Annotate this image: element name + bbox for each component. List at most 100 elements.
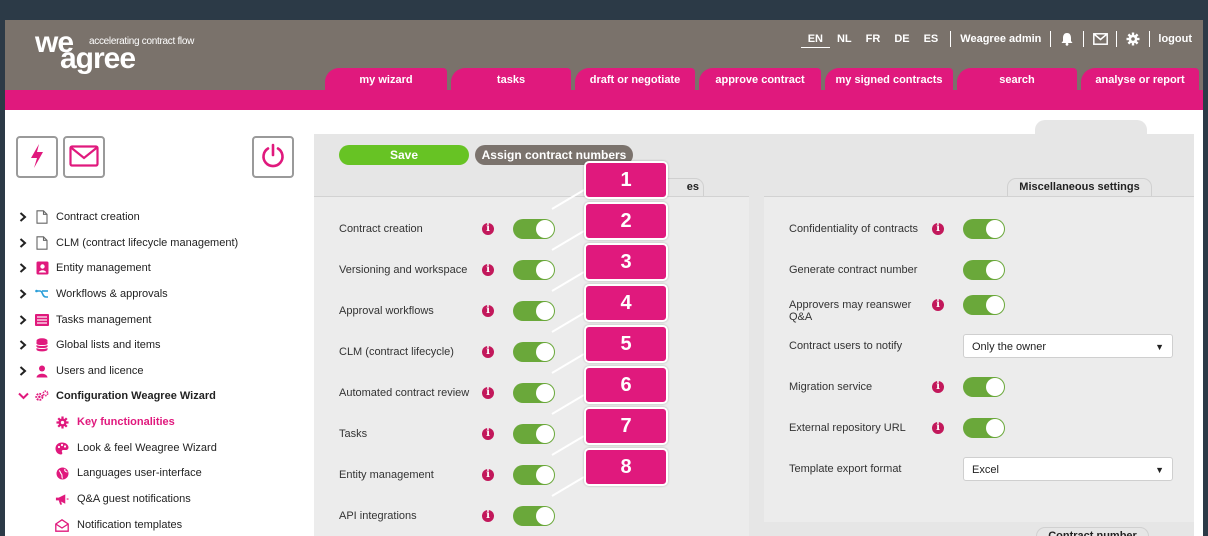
lang-fr[interactable]: FR: [859, 30, 888, 48]
info-icon[interactable]: i: [482, 428, 494, 440]
sidebar-item-label: Configuration Weagree Wizard: [56, 390, 216, 402]
info-icon[interactable]: i: [482, 305, 494, 317]
toggle-api-integrations[interactable]: [513, 506, 555, 526]
info-icon[interactable]: i: [482, 469, 494, 481]
top-bar: EN NL FR DE ES Weagree admin logout: [800, 28, 1195, 50]
divider: [1083, 31, 1085, 47]
chevron-right-icon[interactable]: [17, 262, 29, 274]
toggle-migration-service[interactable]: [963, 377, 1005, 397]
tab-draft-or-negotiate[interactable]: draft or negotiate: [575, 68, 695, 90]
tab-analyse-or-report[interactable]: analyse or report: [1081, 68, 1199, 90]
info-icon[interactable]: i: [482, 264, 494, 276]
toggle-tasks[interactable]: [513, 424, 555, 444]
caret-down-icon: ▼: [1155, 465, 1164, 475]
sidebar-item-tasks-management[interactable]: Tasks management: [17, 310, 151, 330]
toggle-knob: [536, 425, 554, 443]
sidebar-item-workflows[interactable]: Workflows & approvals: [17, 284, 168, 304]
chevron-right-icon[interactable]: [17, 237, 29, 249]
contract-users-notify-select[interactable]: Only the owner ▼: [963, 334, 1173, 358]
tab-my-wizard[interactable]: my wizard: [325, 68, 447, 90]
tab-my-signed-contracts[interactable]: my signed contracts: [825, 68, 953, 90]
chevron-right-icon[interactable]: [17, 211, 29, 223]
sidebar-subitem-key-functionalities[interactable]: Key functionalities: [55, 412, 175, 432]
toggle-knob: [986, 296, 1004, 314]
info-icon[interactable]: i: [932, 422, 944, 434]
row-label-versioning: Versioning and workspace: [339, 264, 468, 276]
sidebar-item-clm[interactable]: CLM (contract lifecycle management): [17, 233, 238, 253]
content-corner-tab: [1035, 120, 1147, 136]
main-content: Save Assign contract numbers es Contract…: [314, 120, 1194, 536]
gear-icon: [55, 415, 69, 429]
toggle-clm[interactable]: [513, 342, 555, 362]
tab-approve-contract[interactable]: approve contract: [699, 68, 821, 90]
row-label-template-export: Template export format: [789, 463, 902, 475]
lang-de[interactable]: DE: [887, 30, 916, 48]
sidebar-subitem-label: Languages user-interface: [77, 467, 202, 479]
toggle-automated-review[interactable]: [513, 383, 555, 403]
gear-icon[interactable]: [1124, 30, 1142, 48]
callout-6: 6: [584, 366, 668, 404]
sidebar-subitem-qa-notifications[interactable]: Q&A guest notifications: [55, 489, 191, 509]
toggle-knob: [986, 419, 1004, 437]
power-button[interactable]: [252, 136, 294, 178]
toggle-knob: [986, 378, 1004, 396]
lightning-button[interactable]: [16, 136, 58, 178]
mail-icon[interactable]: [1091, 30, 1109, 48]
toggle-versioning[interactable]: [513, 260, 555, 280]
toggle-generate-contract-number[interactable]: [963, 260, 1005, 280]
user-name[interactable]: Weagree admin: [956, 33, 1045, 45]
callout-2: 2: [584, 202, 668, 240]
toggle-knob: [536, 343, 554, 361]
toggle-contract-creation[interactable]: [513, 219, 555, 239]
info-icon[interactable]: i: [482, 223, 494, 235]
toggle-approval-workflows[interactable]: [513, 301, 555, 321]
gears-icon: [35, 389, 49, 403]
lang-es[interactable]: ES: [917, 30, 946, 48]
toggle-approvers-reanswer[interactable]: [963, 295, 1005, 315]
chevron-right-icon[interactable]: [17, 288, 29, 300]
lang-nl[interactable]: NL: [830, 30, 859, 48]
info-icon[interactable]: i: [932, 299, 944, 311]
sidebar-subitem-notification-templates[interactable]: Notification templates: [55, 515, 182, 535]
chevron-right-icon[interactable]: [17, 314, 29, 326]
palette-icon: [55, 441, 69, 455]
template-export-format-select[interactable]: Excel ▼: [963, 457, 1173, 481]
info-icon[interactable]: i: [482, 346, 494, 358]
tab-tasks[interactable]: tasks: [451, 68, 571, 90]
toggle-knob: [986, 220, 1004, 238]
info-icon[interactable]: i: [932, 223, 944, 235]
lang-en[interactable]: EN: [800, 30, 830, 48]
tab-search[interactable]: search: [957, 68, 1077, 90]
callout-3: 3: [584, 243, 668, 281]
select-value: Excel: [972, 464, 999, 476]
sidebar-item-configuration-wizard[interactable]: Configuration Weagree Wizard: [17, 386, 216, 406]
messages-button[interactable]: [63, 136, 105, 178]
row-label-approvers-reanswer: Approvers may reanswer Q&A: [789, 299, 912, 323]
sidebar-subitem-look-and-feel[interactable]: Look & feel Weagree Wizard: [55, 438, 217, 458]
sidebar-item-users-licence[interactable]: Users and licence: [17, 361, 143, 381]
brand-bar: [5, 90, 1203, 110]
chevron-right-icon[interactable]: [17, 339, 29, 351]
caret-down-icon: ▼: [1155, 342, 1164, 352]
save-button[interactable]: Save: [339, 145, 469, 165]
toggle-entity-management[interactable]: [513, 465, 555, 485]
info-icon[interactable]: i: [482, 510, 494, 522]
sidebar-item-contract-creation[interactable]: Contract creation: [17, 207, 140, 227]
sidebar-item-label: Users and licence: [56, 365, 144, 377]
sidebar-item-entity-management[interactable]: Entity management: [17, 258, 151, 278]
info-icon[interactable]: i: [482, 387, 494, 399]
chevron-down-icon[interactable]: [17, 390, 29, 402]
sidebar-item-label: Entity management: [56, 262, 151, 274]
chevron-right-icon[interactable]: [17, 365, 29, 377]
bell-icon[interactable]: [1058, 30, 1076, 48]
toggle-confidentiality[interactable]: [963, 219, 1005, 239]
sidebar-subitem-languages[interactable]: Languages user-interface: [55, 463, 202, 483]
toggle-knob: [536, 466, 554, 484]
divider: [1050, 31, 1052, 47]
envelope-icon: [69, 144, 99, 170]
sidebar-item-global-lists[interactable]: Global lists and items: [17, 335, 161, 355]
divider: [1149, 31, 1151, 47]
info-icon[interactable]: i: [932, 381, 944, 393]
toggle-external-repository[interactable]: [963, 418, 1005, 438]
logout-link[interactable]: logout: [1155, 33, 1195, 45]
